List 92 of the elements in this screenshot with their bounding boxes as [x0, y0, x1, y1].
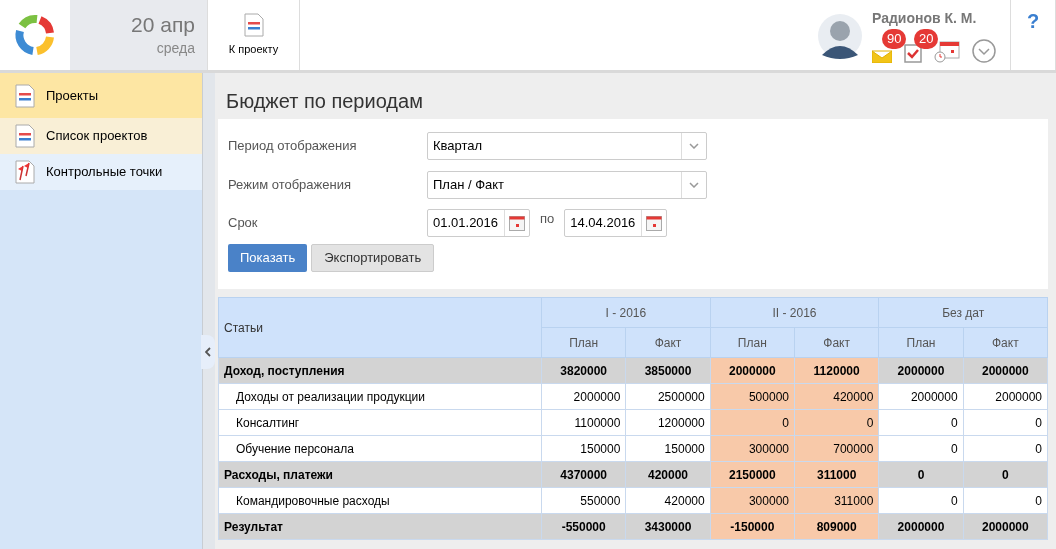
table-cell: 0 [878, 487, 964, 514]
table-cell: 3820000 [541, 357, 626, 384]
field-label: Режим отображения [227, 176, 352, 195]
table-cell: 809000 [794, 513, 879, 540]
table-cell: 2000000 [963, 383, 1048, 410]
table-cell: Доходы от реализации продукции [218, 383, 542, 410]
field-label: Срок [227, 214, 259, 233]
date-text: 20 апр [131, 11, 195, 38]
separator-text: по [539, 210, 556, 228]
table-cell: 550000 [541, 487, 626, 514]
table-cell: 2000000 [878, 357, 964, 384]
table-cell: 3430000 [625, 513, 711, 540]
field-label: Период отображения [227, 137, 358, 156]
chevron-down-icon [689, 182, 699, 188]
column-header: План [878, 327, 964, 358]
chevron-left-icon [205, 347, 211, 357]
sidebar-item[interactable]: Список проектов [0, 118, 202, 154]
user-name: Радионов К. М. [872, 8, 978, 28]
table-cell: -550000 [541, 513, 626, 540]
table-cell: Результат [218, 513, 542, 540]
table-cell: 0 [963, 435, 1048, 462]
column-header: Факт [625, 327, 711, 358]
table-cell: 1100000 [541, 409, 626, 436]
document-icon [14, 83, 36, 108]
sidebar-item[interactable]: Проекты [0, 73, 202, 118]
table-cell: 2000000 [878, 513, 964, 540]
table-cell: 2500000 [625, 383, 711, 410]
calendar-icon [509, 215, 525, 231]
table-cell: 311000 [794, 461, 879, 488]
dropdown-field[interactable]: План / Факт [427, 171, 707, 199]
table-cell: 0 [710, 409, 795, 436]
table-cell: 150000 [625, 435, 711, 462]
calendar-clock-icon [934, 40, 960, 63]
show-button[interactable]: Показать [228, 244, 308, 272]
table-cell: 500000 [710, 383, 795, 410]
page-title: Бюджет по периодам [225, 89, 424, 114]
table-cell: 2000000 [963, 513, 1048, 540]
table-cell: 2150000 [710, 461, 795, 488]
table-cell: 1120000 [794, 357, 879, 384]
collapse-handle[interactable] [201, 335, 215, 369]
chevron-down-icon [689, 143, 699, 149]
column-header: План [710, 327, 795, 358]
checklist-icon [904, 42, 922, 63]
sidebar-item[interactable]: Контрольные точки [0, 154, 202, 190]
export-button[interactable]: Экспортировать [311, 244, 435, 272]
table-cell: 2000000 [710, 357, 795, 384]
table-cell: 700000 [794, 435, 879, 462]
calendar-icon [646, 215, 663, 231]
table-cell: 0 [963, 409, 1048, 436]
avatar-icon [818, 11, 862, 59]
chevron-down-icon[interactable] [972, 38, 996, 63]
table-cell: 2000000 [963, 357, 1048, 384]
table-cell: 0 [878, 461, 964, 488]
table-cell: 0 [878, 409, 964, 436]
table-cell: 420000 [625, 461, 711, 488]
table-cell: 311000 [794, 487, 879, 514]
count-badge: 90 [882, 28, 907, 49]
table-cell: 300000 [710, 487, 795, 514]
table-cell: 420000 [794, 383, 879, 410]
table-cell: Доход, поступления [218, 357, 542, 384]
table-cell: Расходы, платежи [218, 461, 542, 488]
weekday-text: среда [156, 38, 195, 58]
table-cell: 420000 [625, 487, 711, 514]
column-header: План [541, 327, 626, 358]
table-cell: 0 [794, 409, 879, 436]
to-project-button[interactable]: К проекту [207, 0, 300, 70]
help-button[interactable]: ? [1026, 6, 1040, 70]
dropdown-field[interactable]: Квартал [427, 132, 707, 160]
table-cell: 300000 [710, 435, 795, 462]
table-cell: 0 [963, 487, 1048, 514]
table-cell: Консалтинг [218, 409, 542, 436]
date-field[interactable]: 01.01.2016 [427, 209, 530, 237]
date-field[interactable]: 14.04.2016 [564, 209, 668, 237]
table-cell: 2000000 [878, 383, 964, 410]
column-header: II - 2016 [710, 297, 879, 328]
table-cell: 0 [963, 461, 1048, 488]
table-cell: 150000 [541, 435, 626, 462]
column-header: I - 2016 [541, 297, 711, 328]
table-cell: 2000000 [541, 383, 626, 410]
document-icon [14, 124, 36, 148]
table-cell: -150000 [710, 513, 795, 540]
table-cell: 1200000 [625, 409, 711, 436]
count-badge: 20 [914, 28, 939, 49]
column-header: Без дат [878, 297, 1048, 328]
column-header: Факт [794, 327, 879, 358]
table-cell: Обучение персонала [218, 435, 542, 462]
column-header: Факт [963, 327, 1048, 358]
column-header: Статьи [218, 297, 542, 358]
table-cell: 3850000 [625, 357, 711, 384]
table-cell: Командировочные расходы [218, 487, 542, 514]
table-cell: 4370000 [541, 461, 626, 488]
table-cell: 0 [878, 435, 964, 462]
